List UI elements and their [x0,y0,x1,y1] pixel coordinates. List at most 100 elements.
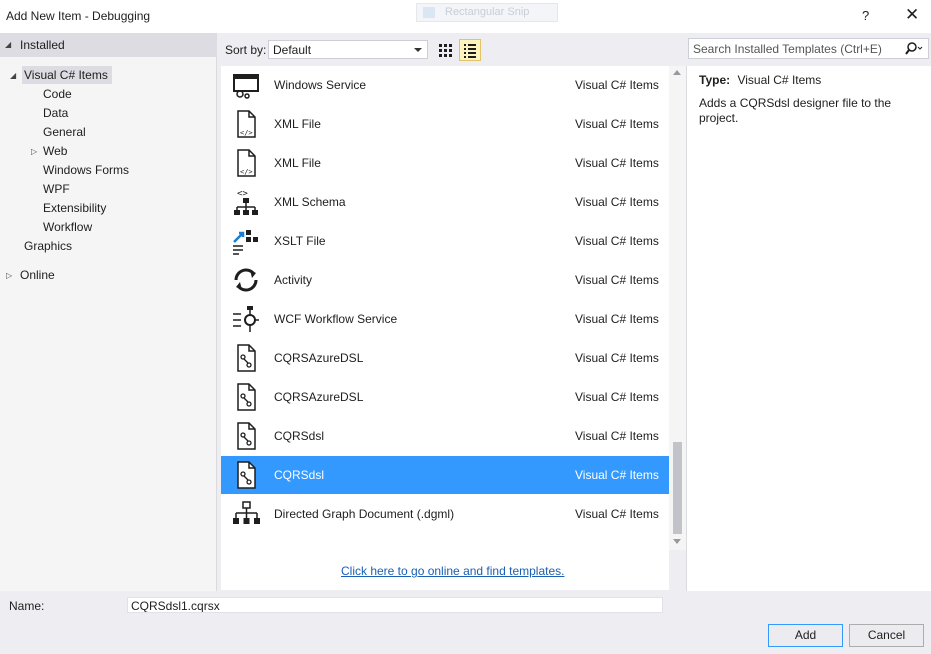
template-row[interactable]: WCF Workflow Service Visual C# Items [221,300,669,338]
list-scrollbar[interactable] [669,66,686,550]
dsl-file-icon [237,383,256,411]
background-tab: Rectangular Snip [416,3,558,22]
svg-text:<>: <> [237,189,248,199]
search-area: Search Installed Templates (Ctrl+E) [686,33,931,66]
tree-node-workflow[interactable]: Workflow [43,218,92,236]
template-category: Visual C# Items [575,390,659,404]
list-view-button[interactable] [459,39,481,61]
activity-icon [234,268,258,292]
collapsed-arrow-icon[interactable]: ▷ [6,271,12,280]
template-description: Adds a CQRSdsl designer file to the proj… [699,96,892,125]
template-name: CQRSdsl [274,468,325,482]
tree-node-wpf[interactable]: WPF [43,180,70,198]
template-name: XML File [274,117,321,131]
category-tree: ◢ Installed ◢ Visual C# Items Code Data … [0,33,217,591]
search-placeholder: Search Installed Templates (Ctrl+E) [693,42,882,56]
tree-node-visual-csharp[interactable]: Visual C# Items [22,66,112,84]
svg-text:</>: </> [240,168,253,176]
xslt-file-icon [233,230,258,255]
wcf-workflow-icon [233,306,259,332]
template-row[interactable]: </> XML File Visual C# Items [221,105,669,143]
sort-label: Sort by: [225,43,267,57]
snip-icon [423,7,435,18]
list-toolbar: Sort by: Default [217,33,686,66]
dsl-file-icon [237,422,256,450]
template-row[interactable]: <> XML Schema Visual C# Items [221,183,669,221]
tree-node-general[interactable]: General [43,123,86,141]
template-row[interactable]: Directed Graph Document (.dgml) Visual C… [221,495,669,533]
type-line: Type: Visual C# Items [699,73,821,87]
find-templates-online-link[interactable]: Click here to go online and find templat… [341,564,564,578]
scroll-thumb[interactable] [673,442,682,534]
template-name: WCF Workflow Service [274,312,398,326]
template-row[interactable]: CQRSAzureDSL Visual C# Items [221,378,669,416]
template-category: Visual C# Items [575,117,659,131]
medium-icons-view-button[interactable] [434,39,456,61]
tree-node-data[interactable]: Data [43,104,68,122]
template-row[interactable]: </> XML File Visual C# Items [221,144,669,182]
expanded-arrow-icon[interactable]: ◢ [5,40,11,49]
scroll-down-icon[interactable] [673,539,681,544]
expanded-arrow-icon[interactable]: ◢ [10,71,16,80]
type-label: Type: [699,73,731,87]
template-row-selected[interactable]: CQRSdsl Visual C# Items [221,456,669,494]
name-input[interactable] [127,597,663,613]
collapsed-arrow-icon[interactable]: ▷ [31,147,37,156]
list-icon [464,44,476,58]
sort-dropdown[interactable]: Default [268,40,428,59]
window-title: Add New Item - Debugging [6,9,151,23]
template-row[interactable]: CQRSdsl Visual C# Items [221,417,669,455]
background-tab-label: Rectangular Snip [445,6,530,18]
cancel-button[interactable]: Cancel [849,624,924,647]
xml-file-icon: </> [237,149,256,177]
template-name: Directed Graph Document (.dgml) [274,507,455,521]
template-name: CQRSdsl [274,429,325,443]
svg-text:</>: </> [240,129,253,137]
template-name: CQRSAzureDSL [274,390,364,404]
tree-node-windows-forms[interactable]: Windows Forms [43,161,129,179]
xml-schema-icon: <> [234,189,258,215]
template-row[interactable]: XSLT File Visual C# Items [221,222,669,260]
title-bar: Add New Item - Debugging Rectangular Sni… [0,0,931,33]
template-name: XML File [274,156,321,170]
template-category: Visual C# Items [575,234,659,248]
template-name: XML Schema [274,195,346,209]
dialog-footer: Name: Add Cancel [0,591,931,654]
chevron-down-icon [414,48,422,52]
template-category: Visual C# Items [575,156,659,170]
tree-node-online[interactable]: Online [20,266,55,284]
tree-node-installed[interactable]: ◢ Installed [0,33,217,57]
template-row[interactable]: CQRSAzureDSL Visual C# Items [221,339,669,377]
template-row[interactable]: Activity Visual C# Items [221,261,669,299]
template-category: Visual C# Items [575,468,659,482]
template-name: CQRSAzureDSL [274,351,364,365]
template-row[interactable]: Windows Service Visual C# Items [221,66,669,104]
template-category: Visual C# Items [575,507,659,521]
windows-service-icon [233,74,259,99]
tree-node-graphics[interactable]: Graphics [24,237,72,255]
tree-node-web[interactable]: Web [43,142,67,160]
template-name: Windows Service [274,78,367,92]
scroll-up-icon[interactable] [673,70,681,75]
close-button[interactable]: ✕ [905,5,919,25]
grid-icon [439,44,452,57]
dgml-icon [233,501,260,524]
sort-dropdown-value: Default [273,43,312,57]
template-category: Visual C# Items [575,312,659,326]
dsl-file-icon [237,344,256,372]
template-name: Activity [274,273,313,287]
template-category: Visual C# Items [575,195,659,209]
help-button[interactable]: ? [862,8,869,23]
tree-node-extensibility[interactable]: Extensibility [43,199,106,217]
template-category: Visual C# Items [575,429,659,443]
template-category: Visual C# Items [575,78,659,92]
dsl-file-icon [237,461,256,489]
tree-node-code[interactable]: Code [43,85,72,103]
search-icon[interactable] [904,41,924,57]
xml-file-icon: </> [237,110,256,138]
add-button[interactable]: Add [768,624,843,647]
template-name: XSLT File [274,234,326,248]
search-input[interactable]: Search Installed Templates (Ctrl+E) [688,38,929,59]
name-label: Name: [9,599,45,613]
template-category: Visual C# Items [575,351,659,365]
